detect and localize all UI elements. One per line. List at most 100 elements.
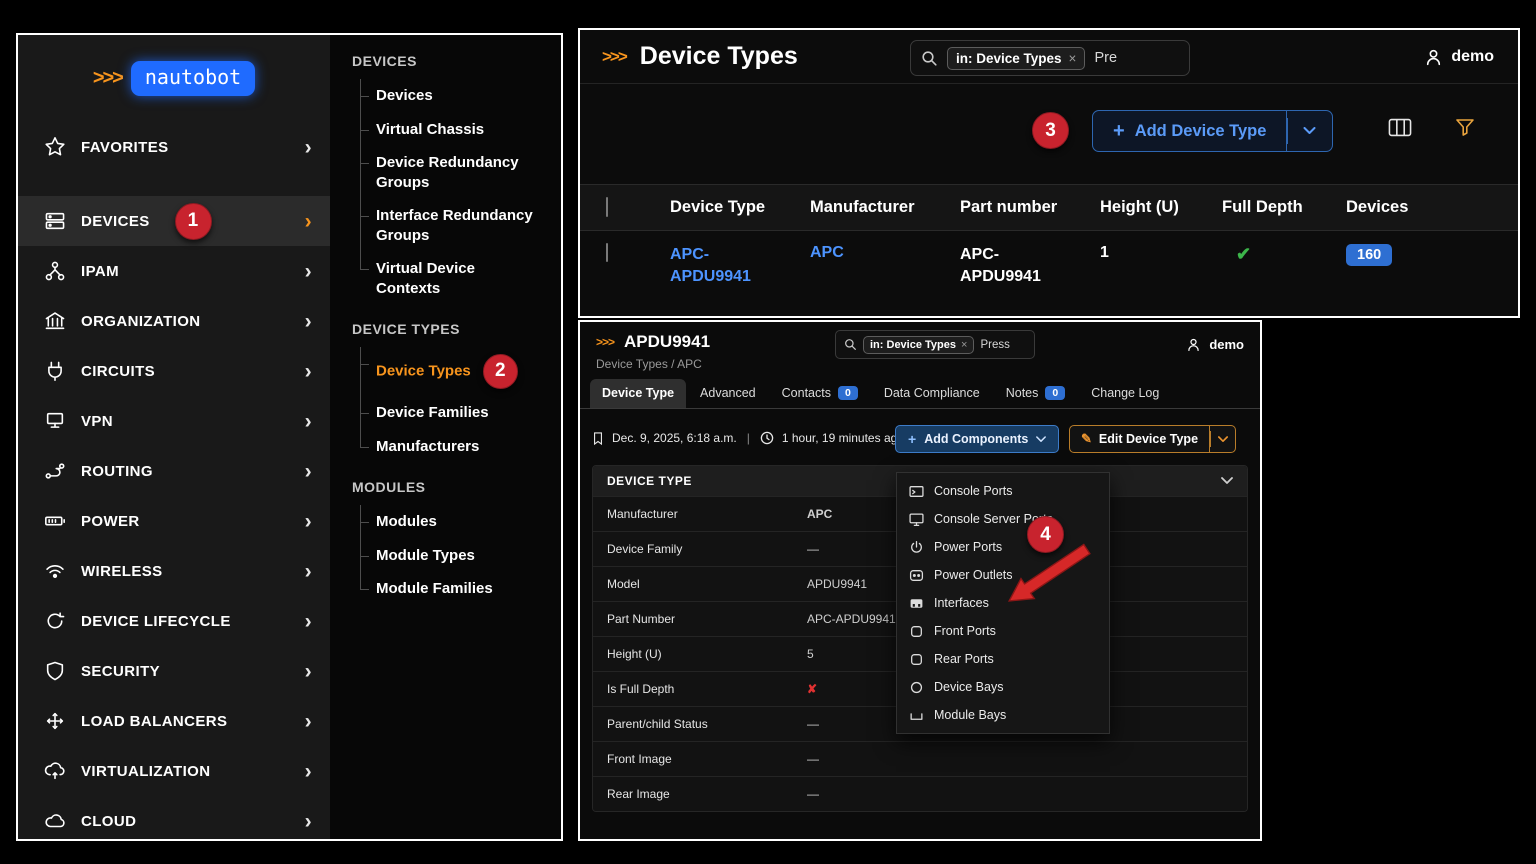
user-menu[interactable]: demo [1424,30,1494,84]
column-header: Devices [1346,198,1518,217]
menu-item-front-ports[interactable]: Front Ports [897,617,1109,645]
submenu-item-device-families[interactable]: Device Families [360,396,535,430]
nautobot-logo[interactable]: >>> nautobot [18,61,330,96]
sidebar-item-load-balancers[interactable]: LOAD BALANCERS › [18,696,330,746]
column-header: Device Type [670,198,810,217]
add-components-button[interactable]: + Add Components [895,425,1059,453]
page-title: Device Types [640,42,798,71]
add-device-type-button-group: + Add Device Type [1092,110,1333,152]
step-badge-4: 4 [1027,516,1064,553]
cloud-upload-icon [44,760,66,782]
menu-item-console-server-ports[interactable]: Console Server Ports [897,505,1109,533]
column-header: Manufacturer [810,198,960,217]
search-filter-chip[interactable]: in: Device Types × [947,47,1085,70]
menu-item-rear-ports[interactable]: Rear Ports [897,645,1109,673]
chip-close-icon[interactable]: × [1069,51,1077,66]
user-menu[interactable]: demo [1186,322,1244,366]
sidebar-item-power[interactable]: POWER › [18,496,330,546]
tab-change-log[interactable]: Change Log [1079,379,1171,408]
sidebar-item-devices[interactable]: DEVICES 1 › [18,196,330,246]
menu-item-console-ports[interactable]: Console Ports [897,477,1109,505]
submenu-item-virtual-chassis[interactable]: Virtual Chassis [360,113,535,147]
chevron-down-icon[interactable] [1221,477,1233,485]
column-header: Part number [960,198,1100,217]
tab-data-compliance[interactable]: Data Compliance [872,379,992,408]
detail-page-header: >>> APDU9941 Device Types / APC in: Devi… [580,322,1260,375]
submenu-item-module-families[interactable]: Module Families [360,572,535,606]
sidebar-item-cloud[interactable]: CLOUD › [18,796,330,839]
edit-dropdown-caret[interactable] [1210,425,1236,453]
table-header-row: Device Type Manufacturer Part number Hei… [580,184,1518,230]
username: demo [1451,48,1494,66]
detail-tabs: Device Type Advanced Contacts0 Data Comp… [580,379,1260,409]
sidebar-panel: >>> nautobot FAVORITES › DEVICES 1 › IPA… [16,33,563,841]
sidebar-item-device-lifecycle[interactable]: DEVICE LIFECYCLE › [18,596,330,646]
filter-button[interactable] [1454,116,1476,143]
battery-icon [44,510,66,532]
height-cell: 1 [1100,244,1222,262]
bookmark-icon [592,431,604,446]
sidebar-item-routing[interactable]: ROUTING › [18,446,330,496]
submenu-item-modules[interactable]: Modules [360,505,535,539]
sidebar-item-label: CIRCUITS [81,363,155,380]
sidebar-item-ipam[interactable]: IPAM › [18,246,330,296]
sidebar-item-wireless[interactable]: WIRELESS › [18,546,330,596]
row-checkbox[interactable] [606,243,608,262]
interface-icon [909,596,924,611]
search-icon [921,50,938,67]
step-badge-1: 1 [175,203,212,240]
chevron-down-icon [1303,127,1316,135]
sidebar-item-circuits[interactable]: CIRCUITS › [18,346,330,396]
front-port-icon [909,624,924,639]
breadcrumb[interactable]: Device Types / APC [596,357,1244,371]
logo-text: nautobot [131,61,255,96]
sidebar-item-favorites[interactable]: FAVORITES › [18,122,330,172]
edit-device-type-button-group: ✎ Edit Device Type [1069,425,1236,453]
route-icon [44,460,66,482]
sidebar-item-virtualization[interactable]: VIRTUALIZATION › [18,746,330,796]
edit-device-type-button[interactable]: ✎ Edit Device Type [1069,425,1210,453]
select-all-checkbox[interactable] [606,197,608,217]
chevron-right-icon: › [305,661,312,682]
manufacturer-link[interactable]: APC [810,244,960,262]
sidebar-item-vpn[interactable]: VPN › [18,396,330,446]
add-device-type-dropdown-caret[interactable] [1287,110,1333,152]
submenu-item-device-redundancy-groups[interactable]: Device Redundancy Groups [360,146,535,199]
submenu-tree-devices: Devices Virtual Chassis Device Redundanc… [360,79,561,305]
submenu-item-virtual-device-contexts[interactable]: Virtual Device Contexts [360,252,535,305]
submenu-section-device-types: DEVICE TYPES [352,321,561,337]
search-input[interactable]: in: Device Types × Press [835,330,1035,359]
submenu-item-device-types[interactable]: Device Types2 [360,347,535,396]
sidebar-item-security[interactable]: SECURITY › [18,646,330,696]
search-filter-chip[interactable]: in: Device Types × [863,336,974,354]
devices-icon [44,210,66,232]
tab-advanced[interactable]: Advanced [688,379,768,408]
updated-ago: 1 hour, 19 minutes ago [782,431,904,445]
tab-notes[interactable]: Notes0 [994,379,1078,408]
chip-close-icon[interactable]: × [961,339,967,351]
logo-arrows-icon: >>> [93,67,122,90]
menu-item-module-bays[interactable]: Module Bays [897,701,1109,729]
sidebar-item-organization[interactable]: ORGANIZATION › [18,296,330,346]
menu-item-device-bays[interactable]: Device Bays [897,673,1109,701]
add-device-type-button[interactable]: + Add Device Type [1092,110,1287,152]
meta-separator: | [745,431,752,445]
table-columns-button[interactable] [1388,118,1412,142]
submenu-item-devices[interactable]: Devices [360,79,535,113]
device-type-detail-panel: >>> APDU9941 Device Types / APC in: Devi… [578,320,1262,841]
tab-contacts[interactable]: Contacts0 [770,379,870,408]
user-icon [1186,337,1201,352]
tab-device-type[interactable]: Device Type [590,379,686,408]
list-page-header: >>> Device Types in: Device Types × Pre … [580,30,1518,84]
search-input[interactable]: in: Device Types × Pre [910,40,1190,76]
sidebar-item-label: DEVICES [81,213,150,230]
submenu-item-manufacturers[interactable]: Manufacturers [360,430,535,464]
detail-page-title: APDU9941 [624,332,710,352]
device-type-link[interactable]: APC-APDU9941 [670,244,766,287]
submenu-item-module-types[interactable]: Module Types [360,539,535,573]
devices-count-badge[interactable]: 160 [1346,244,1392,266]
power-port-icon [909,540,924,555]
username: demo [1209,337,1244,352]
submenu-section-devices: DEVICES [352,53,561,69]
submenu-item-interface-redundancy-groups[interactable]: Interface Redundancy Groups [360,199,535,252]
